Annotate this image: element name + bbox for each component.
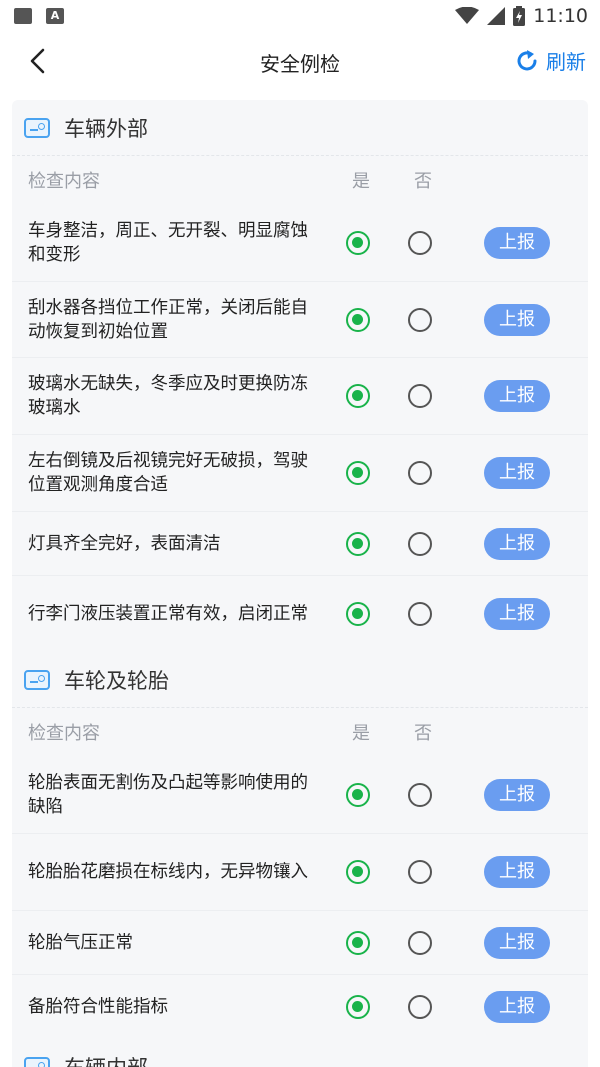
chevron-left-icon	[30, 48, 45, 74]
column-yes-label: 是	[352, 723, 370, 744]
column-header: 检查内容 是 否	[12, 708, 588, 756]
column-yes-label: 是	[352, 171, 370, 192]
column-no-label: 否	[414, 723, 432, 744]
check-item-text: 玻璃水无缺失，冬季应及时更换防冻玻璃水	[28, 374, 308, 418]
section-exterior: 车辆外部 检查内容 是 否 车身整洁，周正、无开裂、明显腐蚀和变形 上报 刮水器…	[12, 100, 588, 652]
wifi-icon	[455, 7, 480, 24]
check-item-text: 轮胎表面无割伤及凸起等影响使用的缺陷	[28, 772, 308, 817]
check-row: 玻璃水无缺失，冬季应及时更换防冻玻璃水 上报	[12, 358, 588, 435]
report-button[interactable]: 上报	[484, 991, 550, 1023]
no-radio[interactable]	[408, 995, 432, 1019]
status-bar: A 11:10	[0, 0, 600, 32]
report-button[interactable]: 上报	[484, 380, 550, 412]
yes-radio[interactable]	[346, 384, 370, 408]
column-no-label: 否	[414, 171, 432, 192]
inspection-list: 车辆外部 检查内容 是 否 车身整洁，周正、无开裂、明显腐蚀和变形 上报 刮水器…	[12, 100, 588, 1067]
check-row: 轮胎表面无割伤及凸起等影响使用的缺陷 上报	[12, 756, 588, 834]
no-radio[interactable]	[408, 782, 432, 807]
section-title: 车轮及轮胎	[64, 668, 169, 693]
refresh-label: 刷新	[546, 50, 586, 74]
check-row: 刮水器各挡位工作正常，关闭后能自动恢复到初始位置 上报	[12, 282, 588, 358]
column-header: 检查内容 是 否	[12, 156, 588, 204]
battery-icon	[513, 6, 526, 26]
section-title: 车辆外部	[64, 116, 148, 141]
id-card-icon	[24, 1057, 50, 1067]
column-content-label: 检查内容	[28, 723, 100, 744]
check-row: 备胎符合性能指标 上报	[12, 975, 588, 1039]
no-radio[interactable]	[408, 307, 432, 332]
no-radio[interactable]	[408, 384, 432, 408]
no-radio[interactable]	[408, 930, 432, 955]
check-row: 车身整洁，周正、无开裂、明显腐蚀和变形 上报	[12, 204, 588, 282]
check-row: 轮胎气压正常 上报	[12, 911, 588, 975]
yes-radio[interactable]	[346, 531, 370, 556]
check-row: 行李门液压装置正常有效，启闭正常 上报	[12, 576, 588, 652]
section-wheels-tires: 车轮及轮胎 检查内容 是 否 轮胎表面无割伤及凸起等影响使用的缺陷 上报 轮胎胎…	[12, 652, 588, 1039]
section-header: 车辆外部	[12, 100, 588, 156]
yes-radio[interactable]	[346, 782, 370, 807]
refresh-button[interactable]: 刷新	[514, 46, 586, 75]
yes-radio[interactable]	[346, 230, 370, 255]
report-button[interactable]: 上报	[484, 926, 550, 959]
page-title: 安全例检	[260, 51, 340, 76]
yes-radio[interactable]	[346, 307, 370, 332]
report-button[interactable]: 上报	[484, 303, 550, 336]
report-button[interactable]: 上报	[484, 457, 550, 489]
check-row: 轮胎胎花磨损在标线内，无异物镶入 上报	[12, 834, 588, 911]
no-radio[interactable]	[408, 230, 432, 255]
id-card-icon	[24, 669, 50, 690]
yes-radio[interactable]	[346, 930, 370, 955]
image-notification-icon	[14, 8, 32, 24]
check-row: 灯具齐全完好，表面清洁 上报	[12, 512, 588, 576]
no-radio[interactable]	[408, 531, 432, 556]
refresh-icon	[517, 49, 537, 70]
back-button[interactable]	[24, 46, 54, 76]
check-item-text: 行李门液压装置正常有效，启闭正常	[28, 604, 308, 624]
yes-radio[interactable]	[346, 995, 370, 1019]
check-row: 左右倒镜及后视镜完好无破损，驾驶位置观测角度合适 上报	[12, 435, 588, 512]
no-radio[interactable]	[408, 860, 432, 884]
check-item-text: 左右倒镜及后视镜完好无破损，驾驶位置观测角度合适	[28, 451, 308, 495]
column-content-label: 检查内容	[28, 171, 100, 192]
section-interior: 车辆内部	[12, 1039, 588, 1067]
report-button[interactable]: 上报	[484, 778, 550, 811]
report-button[interactable]: 上报	[484, 226, 550, 259]
status-time: 11:10	[533, 5, 588, 27]
report-button[interactable]: 上报	[484, 598, 550, 630]
section-title: 车辆内部	[64, 1052, 148, 1067]
report-button[interactable]: 上报	[484, 527, 550, 560]
section-header: 车轮及轮胎	[12, 652, 588, 708]
check-item-text: 刮水器各挡位工作正常，关闭后能自动恢复到初始位置	[28, 297, 308, 342]
app-header: 安全例检 刷新	[0, 32, 600, 92]
check-item-text: 轮胎胎花磨损在标线内，无异物镶入	[28, 862, 308, 882]
check-item-text: 轮胎气压正常	[28, 932, 133, 953]
report-button[interactable]: 上报	[484, 856, 550, 888]
signal-icon	[487, 7, 506, 25]
yes-radio[interactable]	[346, 860, 370, 884]
app-notification-icon: A	[46, 8, 64, 24]
check-item-text: 车身整洁，周正、无开裂、明显腐蚀和变形	[28, 220, 308, 265]
section-header: 车辆内部	[12, 1039, 588, 1067]
check-item-text: 灯具齐全完好，表面清洁	[28, 533, 221, 554]
yes-radio[interactable]	[346, 602, 370, 626]
check-item-text: 备胎符合性能指标	[28, 997, 168, 1017]
id-card-icon	[24, 117, 50, 138]
no-radio[interactable]	[408, 461, 432, 485]
no-radio[interactable]	[408, 602, 432, 626]
yes-radio[interactable]	[346, 461, 370, 485]
